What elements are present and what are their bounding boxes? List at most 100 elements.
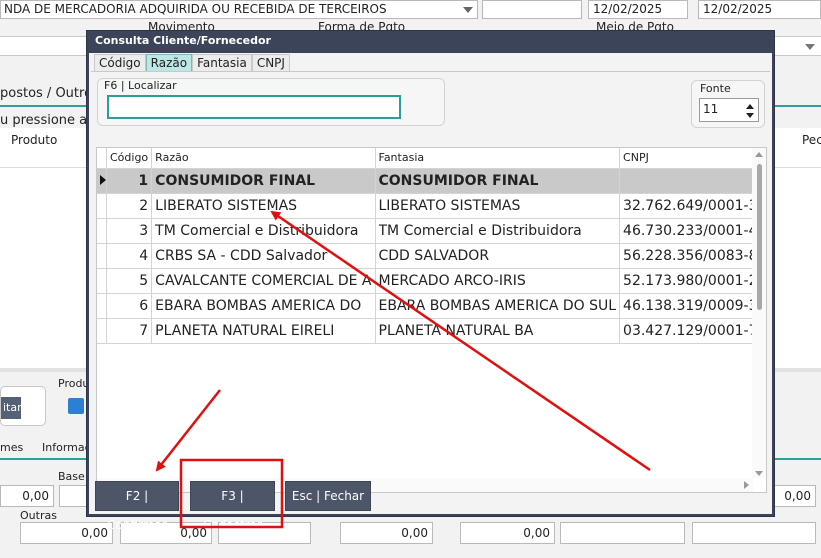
search-mode-tabs: Código Razão Fantasia CNPJ: [94, 54, 290, 71]
font-size-stepper[interactable]: 11: [699, 98, 759, 122]
vertical-scrollbar[interactable]: [752, 148, 766, 478]
editar-button-label: itar: [1, 397, 22, 419]
cell-cnpj[interactable]: 46.730.233/0001-40: [619, 218, 766, 244]
cell-razao[interactable]: TM Comercial e Distribuidora: [151, 218, 376, 244]
row-indicator: [97, 293, 107, 319]
indicator-header: [97, 148, 107, 169]
row-pointer-icon: [100, 174, 106, 185]
table-row[interactable]: 1 CONSUMIDOR FINAL CONSUMIDOR FINAL: [97, 168, 766, 194]
cell-fantasia[interactable]: EBARA BOMBAS AMERICA DO SUL: [375, 293, 621, 319]
column-header-cnpj[interactable]: CNPJ: [619, 148, 766, 169]
value-field-3[interactable]: 0,00: [774, 485, 816, 507]
close-button[interactable]: Esc | Fechar: [285, 481, 371, 511]
cell-cnpj[interactable]: [619, 168, 766, 194]
table-row[interactable]: 6 EBARA BOMBAS AMERICA DO EBARA BOMBAS A…: [97, 293, 766, 319]
table-header-row: Código Razão Fantasia CNPJ: [97, 148, 766, 169]
table-row[interactable]: 5 CAVALCANTE COMERCIAL DE A MERCADO ARCO…: [97, 268, 766, 294]
tab-informacoes[interactable]: Informac: [42, 441, 91, 454]
cell-razao-text: PLANETA NATURAL EIRELI: [155, 322, 335, 339]
value-field-6[interactable]: 0,00: [340, 522, 433, 544]
tab-cnpj[interactable]: CNPJ: [251, 54, 290, 71]
base-label: Base: [58, 470, 85, 483]
font-size-value: 11: [703, 102, 719, 116]
produto-label: Produ: [58, 377, 90, 390]
column-header-razao[interactable]: Razão: [151, 148, 376, 169]
cell-razao[interactable]: CRBS SA - CDD Salvador: [151, 243, 376, 269]
value-field-8[interactable]: [560, 522, 685, 544]
scroll-thumb[interactable]: [757, 164, 762, 310]
row-indicator: [97, 193, 107, 219]
value-field-1[interactable]: 0,00: [0, 485, 54, 507]
cell-codigo[interactable]: 7: [106, 318, 153, 344]
tab-divider: [91, 71, 770, 72]
scroll-right-icon[interactable]: [744, 481, 749, 489]
tab-razao[interactable]: Razão: [145, 54, 193, 71]
dialog-body: Código Razão Fantasia CNPJ F6 | Localiza…: [89, 53, 772, 532]
cell-fantasia-text: EBARA BOMBAS AMERICA DO SUL: [378, 297, 617, 314]
cell-fantasia[interactable]: TM Comercial e Distribuidora: [375, 218, 621, 244]
date-field-1[interactable]: 12/02/2025: [588, 0, 688, 19]
cell-cnpj[interactable]: 56.228.356/0083-88: [619, 243, 766, 269]
cell-razao-text: CAVALCANTE COMERCIAL DE A: [155, 272, 372, 289]
cell-fantasia-text: TM Comercial e Distribuidora: [378, 222, 582, 239]
row-indicator: [97, 168, 107, 194]
cell-razao[interactable]: LIBERATO SISTEMAS: [151, 193, 376, 219]
column-header-codigo[interactable]: Código: [106, 148, 153, 169]
spin-up-icon[interactable]: [746, 104, 754, 109]
search-input[interactable]: [107, 95, 401, 119]
document-number-field[interactable]: [482, 0, 582, 19]
scroll-down-icon[interactable]: [755, 471, 763, 476]
cell-codigo[interactable]: 6: [106, 293, 153, 319]
cell-fantasia[interactable]: CONSUMIDOR FINAL: [375, 168, 621, 194]
spin-down-icon[interactable]: [746, 113, 754, 118]
operation-select[interactable]: NDA DE MERCADORIA ADQUIRIDA OU RECEBIDA …: [0, 0, 478, 19]
tab-mes[interactable]: mes: [0, 441, 23, 454]
value-field-9[interactable]: [692, 522, 816, 544]
register-button[interactable]: F3 | Cadastrar: [190, 481, 275, 532]
cell-cnpj[interactable]: 32.762.649/0001-36: [619, 193, 766, 219]
chevron-down-icon: [463, 7, 473, 13]
cell-codigo[interactable]: 1: [106, 168, 153, 194]
cell-cnpj[interactable]: 46.138.319/0009-36: [619, 293, 766, 319]
cell-razao[interactable]: EBARA BOMBAS AMERICA DO: [151, 293, 376, 319]
value-field-7[interactable]: 0,00: [460, 522, 555, 544]
search-product-icon[interactable]: [68, 398, 84, 414]
cell-cnpj[interactable]: 52.173.980/0001-28: [619, 268, 766, 294]
confirm-button[interactable]: F2 | Confirmar: [95, 481, 179, 532]
tab-fantasia[interactable]: Fantasia: [192, 54, 252, 71]
cell-codigo[interactable]: 3: [106, 218, 153, 244]
cell-codigo[interactable]: 5: [106, 268, 153, 294]
table-row[interactable]: 4 CRBS SA - CDD Salvador CDD SALVADOR 56…: [97, 243, 766, 269]
search-group: F6 | Localizar: [97, 78, 445, 126]
font-group: Fonte 11: [691, 80, 765, 128]
cell-fantasia-text: LIBERATO SISTEMAS: [378, 197, 521, 214]
produto-column-header: Produto: [11, 133, 58, 147]
date-field-2[interactable]: 12/02/2025: [698, 0, 821, 19]
cell-fantasia[interactable]: CDD SALVADOR: [375, 243, 621, 269]
table-row[interactable]: 3 TM Comercial e Distribuidora TM Comerc…: [97, 218, 766, 244]
table-row[interactable]: 7 PLANETA NATURAL EIRELI PLANETA NATURAL…: [97, 318, 766, 344]
row-indicator: [97, 243, 107, 269]
cell-codigo[interactable]: 4: [106, 243, 153, 269]
cell-fantasia[interactable]: PLANETA NATURAL BA: [375, 318, 621, 344]
value-field-2[interactable]: [59, 485, 89, 507]
impostos-tab[interactable]: postos / Outro: [0, 86, 92, 101]
outras-field[interactable]: 0,00: [20, 522, 113, 544]
cell-razao[interactable]: PLANETA NATURAL EIRELI: [151, 318, 376, 344]
cell-cnpj[interactable]: 03.427.129/0001-79: [619, 318, 766, 344]
scroll-up-icon[interactable]: [755, 152, 763, 157]
editar-button[interactable]: itar: [0, 386, 46, 426]
cell-razao[interactable]: CONSUMIDOR FINAL: [151, 168, 376, 194]
cell-fantasia[interactable]: MERCADO ARCO-IRIS: [375, 268, 621, 294]
results-grid[interactable]: Código Razão Fantasia CNPJ 1 CONSUMIDOR …: [96, 147, 767, 493]
tab-codigo[interactable]: Código: [94, 54, 146, 71]
search-label: F6 | Localizar: [104, 79, 177, 92]
cell-razao[interactable]: CAVALCANTE COMERCIAL DE A: [151, 268, 376, 294]
table-row[interactable]: 2 LIBERATO SISTEMAS LIBERATO SISTEMAS 32…: [97, 193, 766, 219]
column-header-fantasia[interactable]: Fantasia: [375, 148, 621, 169]
cell-fantasia[interactable]: LIBERATO SISTEMAS: [375, 193, 621, 219]
cell-fantasia-text: MERCADO ARCO-IRIS: [378, 272, 526, 289]
row-indicator: [97, 318, 107, 344]
cell-codigo[interactable]: 2: [106, 193, 153, 219]
cell-fantasia-text: CONSUMIDOR FINAL: [378, 172, 539, 189]
